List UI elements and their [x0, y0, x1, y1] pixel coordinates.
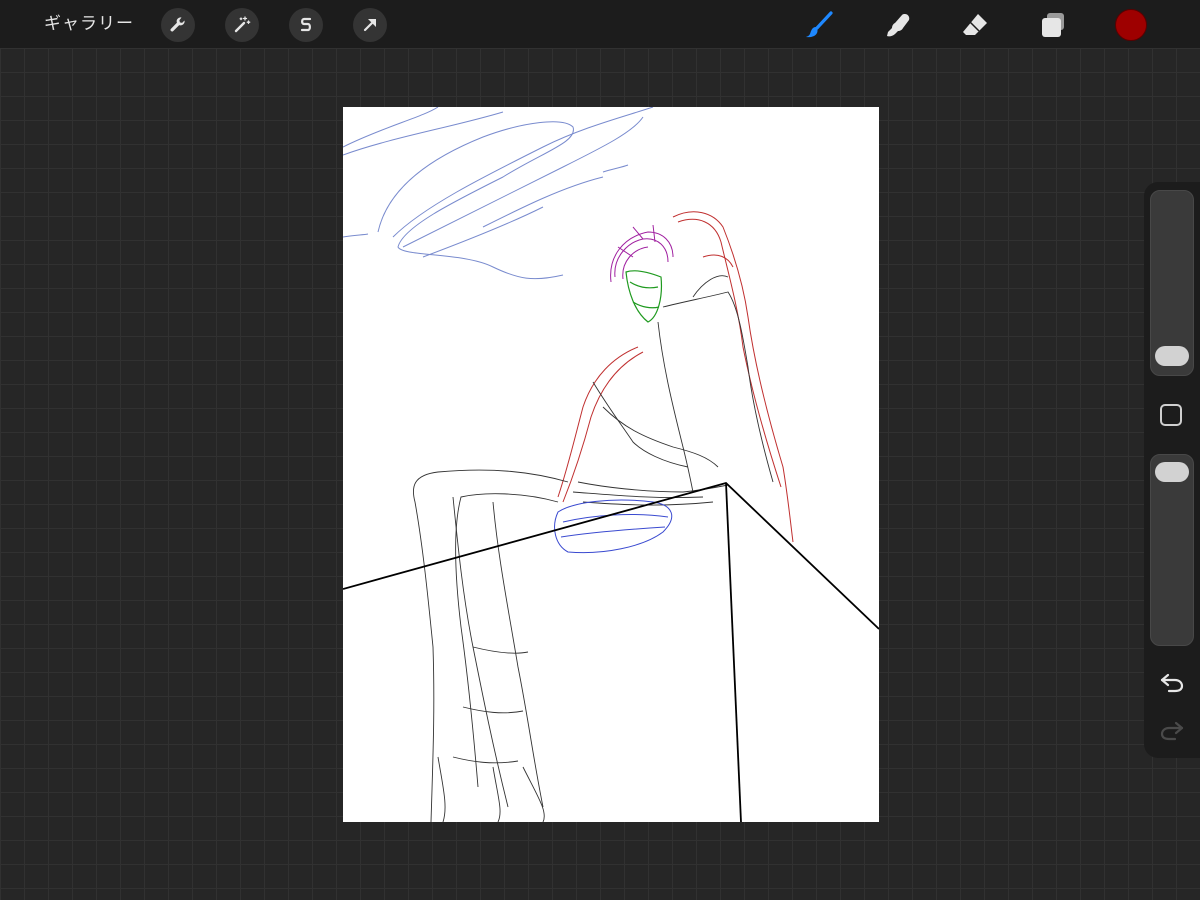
modify-button[interactable]	[1160, 404, 1182, 426]
color-picker-button[interactable]	[1115, 9, 1147, 41]
wrench-icon	[170, 17, 185, 32]
gallery-button[interactable]: ギャラリー	[44, 12, 134, 36]
magic-wand-icon	[234, 16, 251, 33]
brush-icon	[806, 11, 833, 38]
undo-button[interactable]	[1158, 670, 1186, 694]
layers-button[interactable]	[1036, 8, 1070, 42]
drawing-canvas[interactable]	[343, 107, 879, 822]
hair-strokes	[610, 224, 674, 283]
face-strokes	[625, 270, 663, 323]
brush-size-slider[interactable]	[1150, 190, 1194, 376]
box-edges	[343, 481, 879, 822]
actions-button[interactable]	[161, 8, 195, 42]
transform-arrow-icon	[363, 19, 376, 32]
opacity-slider[interactable]	[1150, 454, 1194, 646]
smudge-tool-button[interactable]	[881, 8, 915, 42]
top-toolbar: ギャラリー	[0, 0, 1200, 48]
selection-icon	[300, 17, 312, 32]
brush-tool-button[interactable]	[802, 8, 836, 42]
body-strokes	[412, 275, 774, 822]
right-sidebar	[1144, 182, 1200, 758]
redo-icon	[1160, 721, 1184, 741]
layers-icon	[1042, 13, 1064, 37]
brush-size-thumb[interactable]	[1155, 346, 1189, 366]
eraser-icon	[963, 14, 987, 35]
selection-button[interactable]	[289, 8, 323, 42]
adjustments-button[interactable]	[225, 8, 259, 42]
redo-button[interactable]	[1158, 718, 1186, 742]
coat-strokes	[557, 211, 794, 543]
transform-button[interactable]	[353, 8, 387, 42]
undo-icon	[1160, 673, 1184, 693]
sketch-artwork	[343, 107, 879, 822]
eraser-tool-button[interactable]	[958, 8, 992, 42]
opacity-thumb[interactable]	[1155, 462, 1189, 482]
smudge-icon	[887, 14, 910, 37]
smoke-strokes	[343, 107, 654, 280]
